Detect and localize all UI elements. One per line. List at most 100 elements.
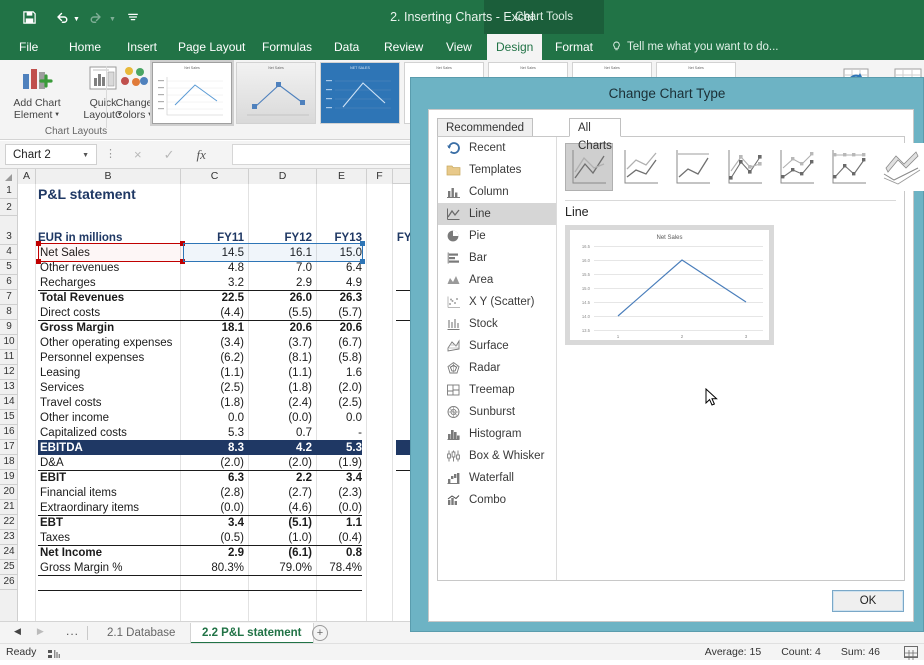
- chart-style-thumb[interactable]: NET SALES: [320, 62, 400, 124]
- tab-home[interactable]: Home: [60, 34, 110, 60]
- add-chart-element-button[interactable]: Add Chart Element ▼: [4, 64, 70, 121]
- tab-review[interactable]: Review: [375, 34, 432, 60]
- chart-style-thumb[interactable]: Net Sales: [152, 62, 232, 124]
- category-waterfall[interactable]: Waterfall: [438, 467, 556, 489]
- category-radar[interactable]: Radar: [438, 357, 556, 379]
- row-header[interactable]: 14: [0, 395, 18, 410]
- tab-data[interactable]: Data: [325, 34, 368, 60]
- row-header[interactable]: 16: [0, 425, 18, 440]
- category-sunburst[interactable]: Sunburst: [438, 401, 556, 423]
- selection-handle[interactable]: [360, 259, 365, 264]
- sheet-prev-icon[interactable]: ◀: [14, 626, 21, 636]
- row-header[interactable]: 3: [0, 230, 18, 245]
- select-all-corner[interactable]: [0, 169, 18, 184]
- category-line[interactable]: Line: [438, 203, 556, 225]
- row-header[interactable]: 7: [0, 290, 18, 305]
- chart-preview[interactable]: Net Sales 16.5 16.0 15.5 15.0 14.5 14.0 …: [565, 225, 774, 345]
- series-values-selection-box: [183, 243, 363, 262]
- category-scatter[interactable]: X Y (Scatter): [438, 291, 556, 313]
- save-icon[interactable]: [14, 4, 44, 30]
- undo-icon[interactable]: [46, 4, 76, 30]
- sheet-next-icon[interactable]: ▶: [37, 626, 44, 636]
- row-header[interactable]: 22: [0, 515, 18, 530]
- subtype-3d-line[interactable]: [877, 143, 924, 191]
- row-header[interactable]: 26: [0, 575, 18, 590]
- column-header-c[interactable]: C: [181, 169, 249, 184]
- category-column[interactable]: Column: [438, 181, 556, 203]
- redo-icon[interactable]: [82, 4, 112, 30]
- column-header-e[interactable]: E: [317, 169, 367, 184]
- tab-design[interactable]: Design: [487, 34, 542, 60]
- row-header[interactable]: 2: [0, 201, 18, 216]
- tab-recommended-charts[interactable]: Recommended Charts: [437, 118, 533, 137]
- row-header[interactable]: 17: [0, 440, 18, 455]
- category-box-whisker[interactable]: Box & Whisker: [438, 445, 556, 467]
- customize-qat-icon[interactable]: [118, 4, 148, 30]
- subtype-stacked-line[interactable]: [617, 143, 665, 191]
- row-header[interactable]: 18: [0, 455, 18, 470]
- tab-view[interactable]: View: [437, 34, 481, 60]
- row-header[interactable]: 8: [0, 305, 18, 320]
- row-header[interactable]: 24: [0, 545, 18, 560]
- row-header[interactable]: 15: [0, 410, 18, 425]
- selection-handle[interactable]: [36, 241, 41, 246]
- category-area[interactable]: Area: [438, 269, 556, 291]
- row-header[interactable]: 13: [0, 380, 18, 395]
- insert-function-icon[interactable]: fx: [197, 147, 206, 163]
- chevron-down-icon[interactable]: ▼: [52, 112, 60, 118]
- selection-handle[interactable]: [36, 259, 41, 264]
- row-header[interactable]: 12: [0, 365, 18, 380]
- name-box[interactable]: Chart 2 ▼: [5, 144, 97, 165]
- tell-me-box[interactable]: Tell me what you want to do...: [612, 34, 779, 60]
- category-combo[interactable]: Combo: [438, 489, 556, 511]
- category-histogram[interactable]: Histogram: [438, 423, 556, 445]
- tab-format[interactable]: Format: [546, 34, 602, 60]
- subtype-line-with-markers[interactable]: [721, 143, 769, 191]
- tab-formulas[interactable]: Formulas: [253, 34, 321, 60]
- row-header[interactable]: 4: [0, 245, 18, 260]
- subtype-100-stacked-line-with-markers[interactable]: [825, 143, 873, 191]
- row-header[interactable]: 11: [0, 350, 18, 365]
- chart-style-thumb[interactable]: Net Sales: [236, 62, 316, 124]
- normal-view-button[interactable]: [904, 646, 918, 658]
- sheet-tab-database[interactable]: 2.1 Database: [96, 623, 186, 644]
- row-header[interactable]: 1: [0, 184, 18, 199]
- row-header[interactable]: 10: [0, 335, 18, 350]
- row-header[interactable]: 9: [0, 320, 18, 335]
- selection-handle[interactable]: [360, 241, 365, 246]
- row-header[interactable]: 5: [0, 260, 18, 275]
- column-header-d[interactable]: D: [249, 169, 317, 184]
- column-header-a[interactable]: A: [18, 169, 36, 184]
- category-stock[interactable]: Stock: [438, 313, 556, 335]
- tab-insert[interactable]: Insert: [118, 34, 166, 60]
- cancel-icon[interactable]: ×: [134, 147, 142, 162]
- category-templates[interactable]: Templates: [438, 159, 556, 181]
- formula-bar-grip[interactable]: ⋮: [105, 147, 116, 160]
- column-header-f[interactable]: F: [367, 169, 393, 184]
- row-header[interactable]: 6: [0, 275, 18, 290]
- tab-all-charts[interactable]: All Charts: [569, 118, 621, 137]
- enter-icon[interactable]: ✓: [164, 147, 175, 163]
- sheet-tab-pl-statement[interactable]: 2.2 P&L statement: [190, 623, 314, 644]
- row-header[interactable]: 23: [0, 530, 18, 545]
- row-header[interactable]: 21: [0, 500, 18, 515]
- add-sheet-button[interactable]: +: [312, 625, 328, 641]
- category-surface[interactable]: Surface: [438, 335, 556, 357]
- category-treemap[interactable]: Treemap: [438, 379, 556, 401]
- tab-page-layout[interactable]: Page Layout: [169, 34, 254, 60]
- row-header[interactable]: 25: [0, 560, 18, 575]
- category-recent[interactable]: Recent: [438, 137, 556, 159]
- column-header-b[interactable]: B: [36, 169, 181, 184]
- sheet-more-icon[interactable]: ...: [66, 624, 79, 638]
- redo-dropdown-caret[interactable]: ▼: [109, 11, 116, 23]
- subtype-100-stacked-line[interactable]: [669, 143, 717, 191]
- row-header[interactable]: 19: [0, 470, 18, 485]
- ok-button[interactable]: OK: [832, 590, 904, 612]
- tab-file[interactable]: File: [10, 34, 47, 60]
- category-pie[interactable]: Pie: [438, 225, 556, 247]
- undo-dropdown-caret[interactable]: ▼: [73, 11, 80, 23]
- category-bar[interactable]: Bar: [438, 247, 556, 269]
- subtype-stacked-line-with-markers[interactable]: [773, 143, 821, 191]
- row-header[interactable]: 20: [0, 485, 18, 500]
- chevron-down-icon[interactable]: ▼: [82, 145, 89, 166]
